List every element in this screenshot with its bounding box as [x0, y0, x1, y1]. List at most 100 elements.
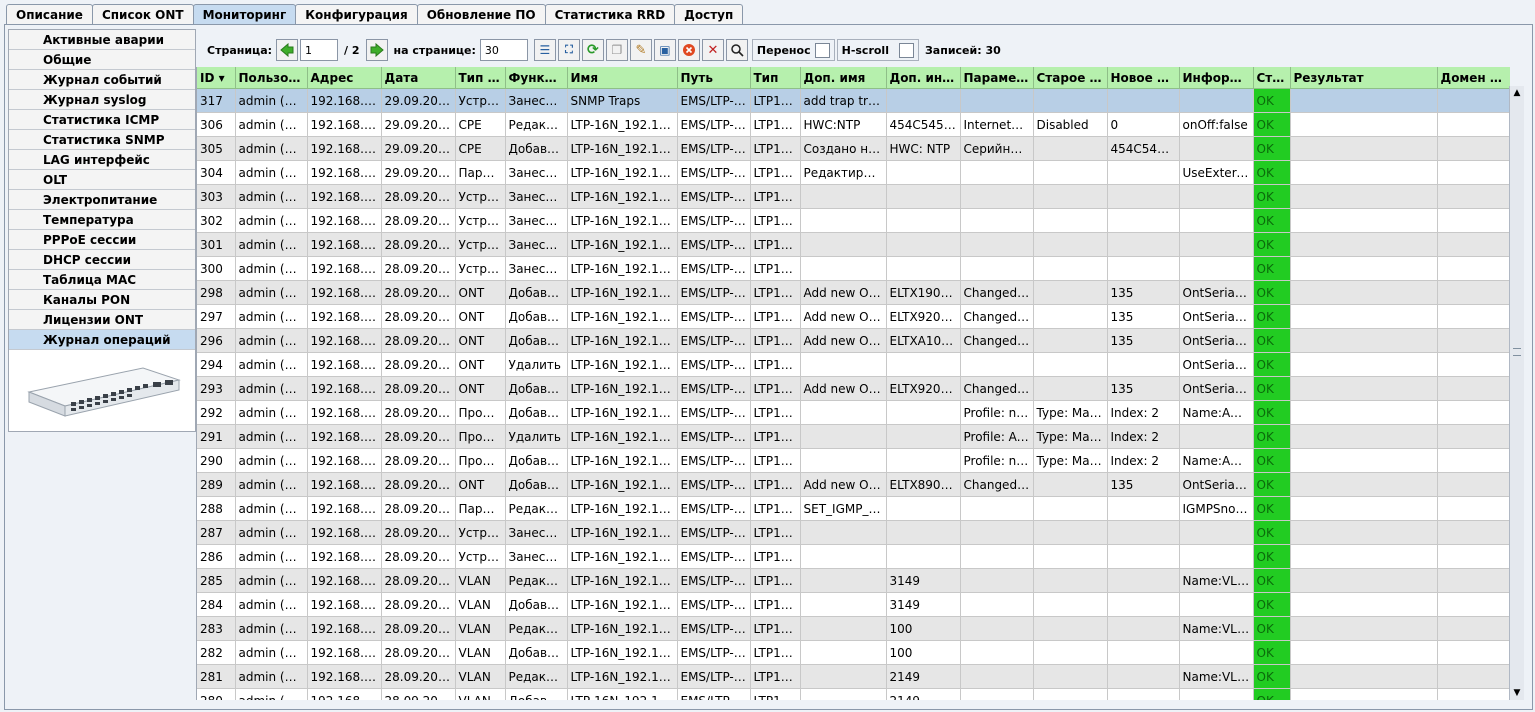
sidebar-item[interactable]: Общие — [9, 50, 195, 70]
column-header[interactable]: Пользова… — [235, 67, 308, 89]
sidebar-item[interactable]: Статистика SNMP — [9, 130, 195, 150]
column-header[interactable]: Функция — [505, 67, 568, 89]
sidebar-item[interactable]: Каналы PON — [9, 290, 195, 310]
column-header[interactable]: Ста… — [1253, 67, 1291, 89]
table-row[interactable]: 290admin (GUI)192.168.11…28.09.202…Проф…… — [197, 448, 1510, 473]
refresh-button[interactable]: ⟳ — [581, 39, 604, 61]
search-button[interactable] — [725, 39, 748, 61]
sidebar-item[interactable]: Таблица MAC — [9, 270, 195, 290]
scroll-down-icon[interactable]: ▼ — [1512, 688, 1522, 698]
column-header[interactable]: Результат — [1290, 67, 1438, 89]
table-row[interactable]: 296admin (GUI)192.168.11…28.09.202…ONTДо… — [197, 328, 1510, 353]
table-row[interactable]: 280admin (GUI)192.168.11…28.09.202…VLANД… — [197, 688, 1510, 700]
table-row[interactable]: 285admin (GUI)192.168.11…28.09.202…VLANР… — [197, 568, 1510, 593]
fit-columns-button[interactable]: ⛶ — [557, 39, 580, 61]
column-header[interactable]: Доп. инд… — [886, 67, 961, 89]
column-header[interactable]: Дата — [381, 67, 456, 89]
sidebar-item[interactable]: Электропитание — [9, 190, 195, 210]
sidebar-item[interactable]: OLT — [9, 170, 195, 190]
table-cell — [1107, 232, 1180, 257]
table-cell: Занести… — [505, 520, 568, 545]
table-row[interactable]: 283admin (GUI)192.168.11…28.09.202…VLANР… — [197, 616, 1510, 641]
sidebar-item[interactable]: Журнал событий — [9, 70, 195, 90]
save-button[interactable]: ▣ — [653, 39, 676, 61]
table-cell: admin (GUI) — [235, 568, 308, 593]
table-row[interactable]: 298admin (GUI)192.168.11…28.09.202…ONTДо… — [197, 280, 1510, 305]
table-cell: 286 — [197, 544, 236, 569]
prev-page-button[interactable] — [276, 39, 299, 61]
scroll-up-icon[interactable]: ▲ — [1512, 88, 1522, 98]
tab-6[interactable]: Доступ — [674, 4, 744, 24]
table-row[interactable]: 294admin (GUI)192.168.11…28.09.202…ONTУд… — [197, 352, 1510, 377]
sidebar-item[interactable]: LAG интерфейс — [9, 150, 195, 170]
column-header[interactable]: Новое зн… — [1107, 67, 1180, 89]
tab-1[interactable]: Список ONT — [91, 4, 194, 24]
table-row[interactable]: 289admin (GUI)192.168.11…28.09.202…ONTДо… — [197, 472, 1510, 497]
table-row[interactable]: 300admin (GUI)192.168.11…28.09.202…Устро… — [197, 256, 1510, 281]
column-header[interactable]: ID ▾ — [197, 67, 236, 89]
hscroll-toggle[interactable]: H-scroll — [836, 39, 919, 61]
sidebar-item[interactable]: Статистика ICMP — [9, 110, 195, 130]
table-cell: EMS/LTP-1… — [677, 400, 751, 425]
table-row[interactable]: 303admin (GUI)192.168.11…28.09.202…Устро… — [197, 184, 1510, 209]
table-cell: 29.09.202… — [381, 88, 456, 113]
column-header[interactable]: Имя — [567, 67, 678, 89]
stop-button[interactable] — [677, 39, 700, 61]
tab-5[interactable]: Статистика RRD — [544, 4, 676, 24]
table-row[interactable]: 292admin (GUI)192.168.11…28.09.202…Проф…… — [197, 400, 1510, 425]
table-row[interactable]: 286admin (GUI)192.168.11…28.09.202…Устро… — [197, 544, 1510, 569]
table-row[interactable]: 291admin (GUI)192.168.11…28.09.202…Проф…… — [197, 424, 1510, 449]
column-header[interactable]: Доп. имя — [800, 67, 887, 89]
sidebar-item[interactable]: DHCP сессии — [9, 250, 195, 270]
table-row[interactable]: 317admin (GUI)192.168.11…29.09.202…Устро… — [197, 88, 1510, 113]
sidebar-item[interactable]: PPPoE сессии — [9, 230, 195, 250]
table-cell: VLAN — [455, 688, 506, 700]
sidebar-item[interactable]: Температура — [9, 210, 195, 230]
table-cell — [1033, 352, 1108, 377]
table-row[interactable]: 305admin (GUI)192.168.11…29.09.202…CPEДо… — [197, 136, 1510, 161]
columns-button[interactable]: ☰ — [533, 39, 556, 61]
tab-4[interactable]: Обновление ПО — [416, 4, 546, 24]
tab-0[interactable]: Описание — [6, 4, 93, 24]
column-header[interactable]: Путь — [677, 67, 751, 89]
vertical-scrollbar[interactable]: ▲ ▼ — [1509, 86, 1524, 700]
table-row[interactable]: 306admin (GUI)192.168.11…29.09.202…CPEРе… — [197, 112, 1510, 137]
wrap-checkbox[interactable] — [814, 42, 830, 58]
sidebar-item[interactable]: Журнал syslog — [9, 90, 195, 110]
clear-filter-button[interactable]: ✕ — [701, 39, 724, 61]
scroll-grip[interactable] — [1513, 348, 1521, 356]
table-row[interactable]: 281admin (GUI)192.168.11…28.09.202…VLANР… — [197, 664, 1510, 689]
column-header[interactable]: Информа… — [1179, 67, 1254, 89]
column-header[interactable]: Тип д… — [455, 67, 506, 89]
per-page-input[interactable] — [479, 39, 528, 61]
tab-2[interactable]: Мониторинг — [192, 4, 297, 25]
column-header[interactable]: Старое з… — [1033, 67, 1108, 89]
clean-button[interactable]: ✎ — [629, 39, 652, 61]
page-input[interactable] — [300, 39, 339, 61]
table-row[interactable]: 293admin (GUI)192.168.11…28.09.202…ONTДо… — [197, 376, 1510, 401]
column-header[interactable]: Домен об… — [1437, 67, 1510, 89]
table-cell: CPE — [455, 112, 506, 137]
table-cell: 100 — [886, 616, 961, 641]
table-row[interactable]: 282admin (GUI)192.168.11…28.09.202…VLANД… — [197, 640, 1510, 665]
table-row[interactable]: 297admin (GUI)192.168.11…28.09.202…ONTДо… — [197, 304, 1510, 329]
table-cell — [1437, 208, 1510, 233]
hscroll-checkbox[interactable] — [898, 42, 914, 58]
wrap-toggle[interactable]: Перенос — [751, 39, 835, 61]
copy-button[interactable]: ❐ — [605, 39, 628, 61]
table-row[interactable]: 304admin (GUI)192.168.11…29.09.202…Пара…… — [197, 160, 1510, 185]
sidebar-item[interactable]: Активные аварии — [9, 30, 195, 50]
table-row[interactable]: 302admin (GUI)192.168.11…28.09.202…Устро… — [197, 208, 1510, 233]
column-header[interactable]: Адрес — [307, 67, 382, 89]
sidebar-item[interactable]: Журнал операций — [9, 330, 195, 350]
sidebar-item[interactable]: Лицензии ONT — [9, 310, 195, 330]
column-header[interactable]: Тип — [750, 67, 801, 89]
table-row[interactable]: 301admin (GUI)192.168.11…28.09.202…Устро… — [197, 232, 1510, 257]
table-row[interactable]: 288admin (GUI)192.168.11…28.09.202…Пара…… — [197, 496, 1510, 521]
table-cell: 192.168.11… — [307, 592, 382, 617]
table-row[interactable]: 287admin (GUI)192.168.11…28.09.202…Устро… — [197, 520, 1510, 545]
next-page-button[interactable] — [365, 39, 388, 61]
tab-3[interactable]: Конфигурация — [295, 4, 418, 24]
table-row[interactable]: 284admin (GUI)192.168.11…28.09.202…VLANД… — [197, 592, 1510, 617]
column-header[interactable]: Параметр — [960, 67, 1034, 89]
